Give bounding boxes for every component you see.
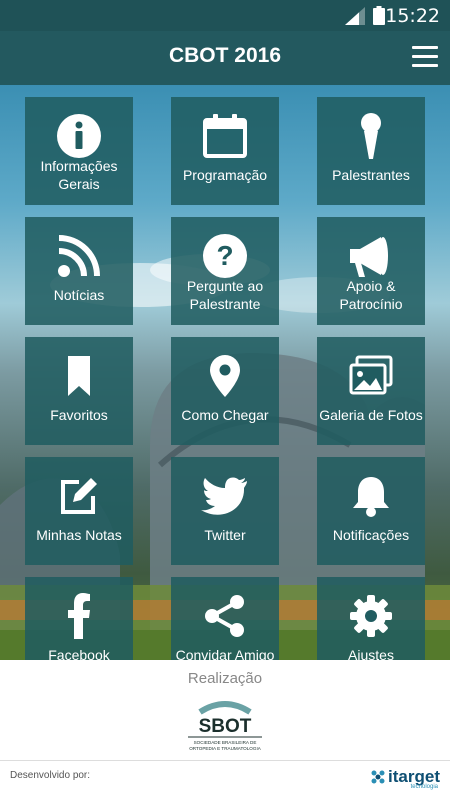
status-bar: 15:22 <box>0 0 450 31</box>
megaphone-icon <box>317 229 425 283</box>
twitter-icon <box>171 469 279 523</box>
tile-noticias[interactable]: Notícias <box>25 217 133 325</box>
tile-label: Galeria de Fotos <box>319 407 423 423</box>
tile-programacao[interactable]: Programação <box>171 97 279 205</box>
status-time: 15:22 <box>385 5 440 27</box>
tile-label: Pergunte ao Palestrante <box>186 278 264 312</box>
photos-icon <box>317 349 425 403</box>
app-bar: CBOT 2016 <box>0 31 450 85</box>
tile-convidar-amigo[interactable]: Convidar Amigo <box>171 577 279 660</box>
svg-text:SBOT: SBOT <box>199 716 252 737</box>
tile-label: Minhas Notas <box>36 527 122 543</box>
settings-icon <box>317 589 425 643</box>
itarget-mark-icon <box>371 770 385 784</box>
tile-label: Ajustes <box>348 647 394 660</box>
svg-text:?: ? <box>216 240 233 271</box>
realizacao-label: Realização <box>187 670 263 687</box>
tile-label: Informações Gerais <box>40 158 118 192</box>
tile-minhas-notas[interactable]: Minhas Notas <box>25 457 133 565</box>
tile-pergunte-ao-palestrante[interactable]: ? Pergunte ao Palestrante <box>171 217 279 325</box>
bell-icon <box>317 469 425 523</box>
tile-label: Twitter <box>204 527 246 543</box>
bookmark-icon <box>25 349 133 403</box>
tile-favoritos[interactable]: Favoritos <box>25 337 133 445</box>
tile-palestrantes[interactable]: Palestrantes <box>317 97 425 205</box>
menu-grid: Informações Gerais Programação Palestran… <box>0 85 450 660</box>
tile-label: Palestrantes <box>332 167 410 183</box>
facebook-icon <box>25 589 133 643</box>
tile-label: Programação <box>182 167 268 183</box>
calendar-icon <box>171 109 279 163</box>
edit-icon <box>25 469 133 523</box>
developed-by-label: Desenvolvido por: <box>10 770 91 781</box>
tile-apoio-patrocinio[interactable]: Apoio & Patrocínio <box>317 217 425 325</box>
question-icon: ? <box>171 229 279 283</box>
share-icon <box>171 589 279 643</box>
svg-text:ORTOPEDIA E TRAUMATOLOGIA: ORTOPEDIA E TRAUMATOLOGIA <box>189 746 261 751</box>
tile-label: Notícias <box>53 287 105 303</box>
tile-label: Notificações <box>332 527 410 543</box>
info-icon <box>25 109 133 163</box>
tile-ajustes[interactable]: Ajustes <box>317 577 425 660</box>
sbot-logo: SBOT SOCIEDADE BRASILEIRA DE ORTOPEDIA E… <box>188 701 262 751</box>
divider <box>0 760 450 761</box>
tile-twitter[interactable]: Twitter <box>171 457 279 565</box>
tile-label: Facebook <box>48 647 110 660</box>
tile-label: Apoio & Patrocínio <box>339 278 403 312</box>
microphone-icon <box>317 109 425 163</box>
tile-label: Como Chegar <box>181 407 269 423</box>
tile-galeria-de-fotos[interactable]: Galeria de Fotos <box>317 337 425 445</box>
footer: Realização SBOT SOCIEDADE BRASILEIRA DE … <box>0 660 450 800</box>
signal-icon <box>345 7 365 25</box>
tile-informacoes-gerais[interactable]: Informações Gerais <box>25 97 133 205</box>
battery-icon <box>373 6 385 25</box>
rss-icon <box>25 229 133 283</box>
svg-text:SOCIEDADE BRASILEIRA DE: SOCIEDADE BRASILEIRA DE <box>194 740 257 745</box>
map-marker-icon <box>171 349 279 403</box>
tile-facebook[interactable]: Facebook <box>25 577 133 660</box>
tile-label: Convidar Amigo <box>175 647 275 660</box>
itarget-logo: itarget tecnologia <box>371 764 440 790</box>
tile-notificacoes[interactable]: Notificações <box>317 457 425 565</box>
tile-label: Favoritos <box>50 407 108 423</box>
menu-icon[interactable] <box>412 46 438 68</box>
tile-como-chegar[interactable]: Como Chegar <box>171 337 279 445</box>
itarget-subtitle: tecnologia <box>410 784 438 790</box>
app-title: CBOT 2016 <box>168 44 282 67</box>
